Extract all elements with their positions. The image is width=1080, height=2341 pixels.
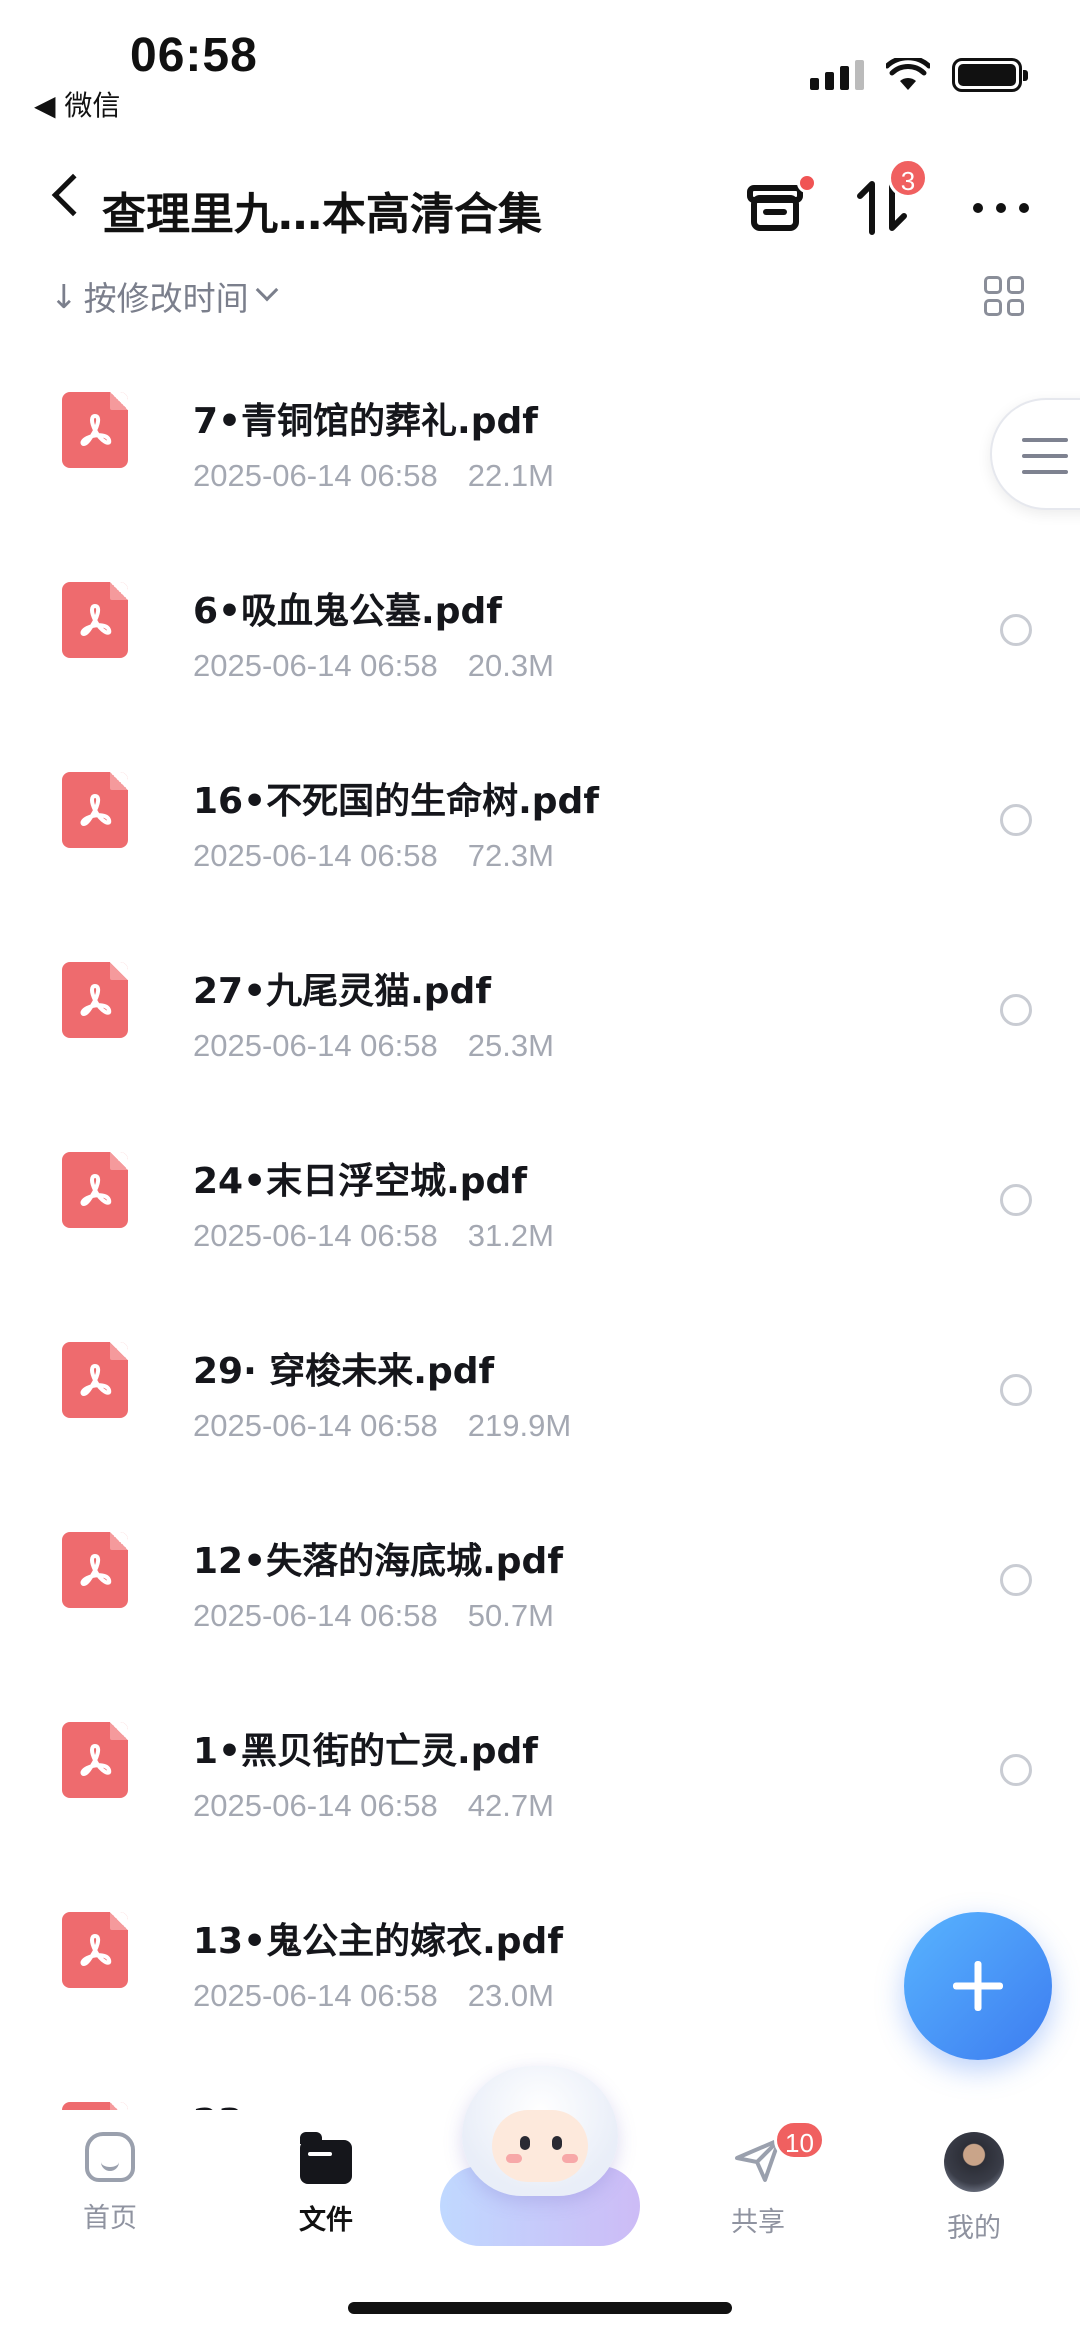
back-to-app-link[interactable]: ◀ 微信: [34, 84, 120, 124]
file-meta: 2025-06-14 06:58 23.0M: [193, 1978, 554, 2014]
file-date: 2025-06-14 06:58: [193, 1598, 438, 1633]
file-list[interactable]: 7•青铜馆的葬礼.pdf 2025-06-14 06:58 22.1M 6•吸血鬼公墓…: [0, 348, 1080, 2110]
file-date: 2025-06-14 06:58: [193, 1218, 438, 1253]
file-size: 31.2M: [467, 1218, 554, 1253]
folder-icon: [300, 2132, 352, 2184]
file-date: 2025-06-14 06:58: [193, 1408, 438, 1443]
sort-label: 按修改时间: [83, 279, 249, 318]
chevron-down-icon: [255, 278, 278, 302]
pdf-file-icon: [62, 1532, 128, 1608]
back-chevron-icon[interactable]: [51, 173, 95, 217]
file-date: 2025-06-14 06:58: [193, 1978, 438, 2013]
tab-files[interactable]: 文件: [246, 2132, 406, 2237]
transfer-badge: 3: [888, 158, 928, 198]
file-name: 7•青铜馆的葬礼.pdf: [193, 401, 538, 442]
select-checkbox[interactable]: [1000, 1754, 1032, 1786]
file-date: 2025-06-14 06:58: [193, 1028, 438, 1063]
battery-icon: [952, 58, 1028, 92]
more-icon[interactable]: [966, 170, 1036, 240]
signal-icon: [810, 60, 864, 90]
file-date: 2025-06-14 06:58: [193, 838, 438, 873]
tab-me[interactable]: 我的: [894, 2132, 1054, 2245]
file-name: 6•吸血鬼公墓.pdf: [193, 591, 502, 632]
file-row[interactable]: 6•吸血鬼公墓.pdf 2025-06-14 06:58 20.3M: [0, 538, 1080, 728]
sort-selector[interactable]: ↓ 按修改时间: [50, 272, 278, 320]
file-size: 72.3M: [467, 838, 554, 873]
pdf-file-icon: [62, 1912, 128, 1988]
recycle-bin-dot: [797, 173, 817, 193]
file-name: 27•九尾灵猫.pdf: [193, 971, 491, 1012]
file-name: 29· 穿梭未来.pdf: [193, 1351, 495, 1392]
select-checkbox[interactable]: [1000, 614, 1032, 646]
file-row[interactable]: 29· 穿梭未来.pdf 2025-06-14 06:58 219.9M: [0, 1298, 1080, 1488]
file-meta: 2025-06-14 06:58 22.1M: [193, 458, 554, 494]
tab-share-label: 共享: [731, 2207, 785, 2238]
file-name: 1•黑贝街的亡灵.pdf: [193, 1731, 538, 1772]
file-row[interactable]: 27•九尾灵猫.pdf 2025-06-14 06:58 25.3M: [0, 918, 1080, 1108]
avatar: [944, 2132, 1004, 2192]
select-checkbox[interactable]: [1000, 1374, 1032, 1406]
tab-me-label: 我的: [947, 2213, 1001, 2244]
file-name: 13•鬼公主的嫁衣.pdf: [193, 1921, 563, 1962]
file-row[interactable]: 1•黑贝街的亡灵.pdf 2025-06-14 06:58 42.7M: [0, 1678, 1080, 1868]
file-meta: 2025-06-14 06:58 20.3M: [193, 648, 554, 684]
file-size: 219.9M: [467, 1408, 572, 1443]
tab-home-label: 首页: [83, 2203, 137, 2234]
pdf-file-icon: [62, 392, 128, 468]
select-checkbox[interactable]: [1000, 994, 1032, 1026]
file-row[interactable]: 7•青铜馆的葬礼.pdf 2025-06-14 06:58 22.1M: [0, 348, 1080, 538]
wifi-icon: [886, 58, 930, 90]
select-checkbox[interactable]: [1000, 1564, 1032, 1596]
file-row[interactable]: 16•不死国的生命树.pdf 2025-06-14 06:58 72.3M: [0, 728, 1080, 918]
home-icon: [85, 2132, 135, 2182]
file-meta: 2025-06-14 06:58 42.7M: [193, 1788, 554, 1824]
file-size: 20.3M: [467, 648, 554, 683]
sort-arrow-icon: ↓: [50, 276, 78, 316]
file-meta: 2025-06-14 06:58 31.2M: [193, 1218, 554, 1254]
file-name: 16•不死国的生命树.pdf: [193, 781, 599, 822]
pdf-file-icon: [62, 962, 128, 1038]
share-badge: 10: [774, 2120, 825, 2160]
pdf-file-icon: [62, 1342, 128, 1418]
status-time: 06:58: [130, 29, 258, 82]
file-date: 2025-06-14 06:58: [193, 458, 438, 493]
tab-files-label: 文件: [299, 2205, 353, 2236]
file-row[interactable]: 12•失落的海底城.pdf 2025-06-14 06:58 50.7M: [0, 1488, 1080, 1678]
assistant-mascot[interactable]: [440, 2066, 640, 2246]
file-size: 23.0M: [467, 1978, 554, 2013]
file-name: 23•: [193, 2102, 266, 2110]
tab-share[interactable]: 10 共享: [678, 2120, 838, 2239]
status-icons: [810, 58, 1028, 92]
file-name: 12•失落的海底城.pdf: [193, 1541, 563, 1582]
tab-home[interactable]: 首页: [30, 2132, 190, 2235]
file-size: 22.1M: [467, 458, 554, 493]
file-meta: 2025-06-14 06:58 25.3M: [193, 1028, 554, 1064]
home-indicator: [348, 2302, 732, 2314]
pdf-file-icon: [62, 772, 128, 848]
file-size: 50.7M: [467, 1598, 554, 1633]
file-meta: 2025-06-14 06:58 72.3M: [193, 838, 554, 874]
file-row[interactable]: 24•末日浮空城.pdf 2025-06-14 06:58 31.2M: [0, 1108, 1080, 1298]
file-meta: 2025-06-14 06:58 50.7M: [193, 1598, 554, 1634]
file-meta: 2025-06-14 06:58 219.9M: [193, 1408, 571, 1444]
grid-view-icon[interactable]: [984, 276, 1024, 316]
file-name: 24•末日浮空城.pdf: [193, 1161, 527, 1202]
file-date: 2025-06-14 06:58: [193, 1788, 438, 1823]
page-title: 查理里九…本高清合集: [102, 189, 542, 240]
select-checkbox[interactable]: [1000, 804, 1032, 836]
pdf-file-icon: [62, 1152, 128, 1228]
file-date: 2025-06-14 06:58: [193, 648, 438, 683]
pdf-file-icon: [62, 1722, 128, 1798]
pdf-file-icon: [62, 2102, 128, 2110]
file-size: 25.3M: [467, 1028, 554, 1063]
file-size: 42.7M: [467, 1788, 554, 1823]
select-checkbox[interactable]: [1000, 1184, 1032, 1216]
pdf-file-icon: [62, 582, 128, 658]
add-button[interactable]: [904, 1912, 1052, 2060]
